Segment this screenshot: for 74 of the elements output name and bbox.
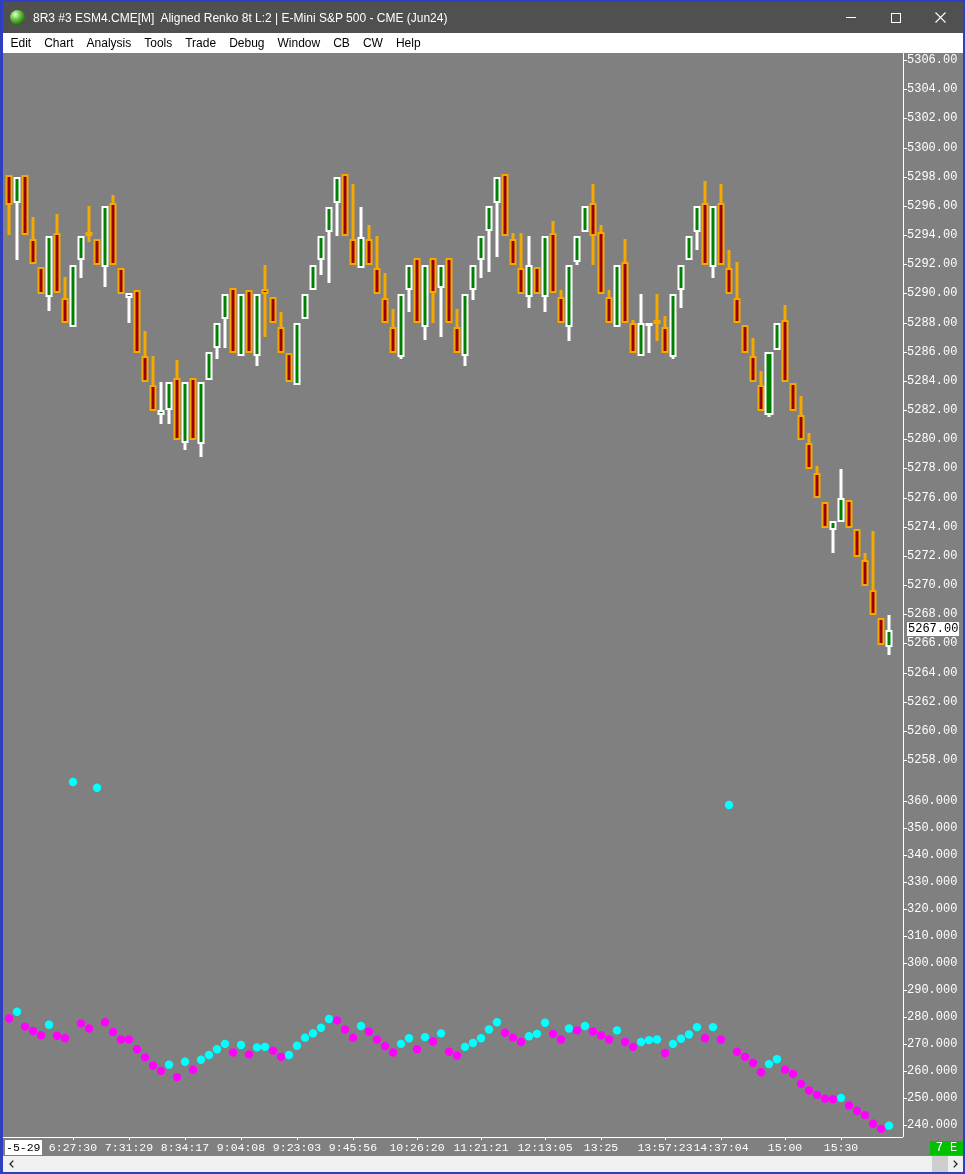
price-label: 5296.00: [907, 198, 958, 213]
time-label: 8:34:17: [160, 1140, 210, 1155]
price-label: 5280.00: [907, 432, 958, 447]
indicator-value-label: 330.000: [907, 875, 958, 890]
price-label: 5290.00: [907, 286, 958, 301]
time-label: 9:45:56: [328, 1140, 378, 1155]
menu-item[interactable]: Trade: [178, 33, 223, 53]
price-label: 5292.00: [907, 257, 958, 272]
time-label: 12:13:05: [517, 1140, 573, 1155]
time-label: 6:27:30: [48, 1140, 98, 1155]
time-label: 9:23:03: [272, 1140, 322, 1155]
minimize-icon: [845, 17, 856, 18]
menu-item[interactable]: Tools: [137, 33, 179, 53]
time-label: 13:57:23: [637, 1140, 693, 1155]
time-label: 11:21:21: [453, 1140, 509, 1155]
indicator-value-label: 250.000: [907, 1091, 958, 1106]
indicator-value-label: 320.000: [907, 902, 958, 917]
price-label: 5284.00: [907, 373, 958, 388]
price-label: 5260.00: [907, 723, 958, 738]
time-label: 13:25: [583, 1140, 619, 1155]
time-label: 15:00: [767, 1140, 803, 1155]
window-title: 8R3 #3 ESM4.CME[M] Aligned Renko 8t L:2 | E-Mini S&P 500 - CME (Jun24): [33, 9, 448, 27]
time-label: 9:04:08: [216, 1140, 266, 1155]
menu-item[interactable]: CB: [326, 33, 357, 53]
price-label: 5294.00: [907, 228, 958, 242]
indicator-value-label: 240.000: [907, 1118, 958, 1133]
menu-item[interactable]: Chart: [37, 33, 81, 53]
price-label: 5272.00: [907, 548, 958, 563]
price-label: 5300.00: [907, 140, 958, 155]
chevron-left-icon: [9, 1160, 14, 1168]
price-label: 5266.00: [907, 636, 958, 651]
menu-item[interactable]: Edit: [4, 33, 38, 53]
close-icon: [935, 12, 946, 23]
price-label: 5258.00: [907, 753, 958, 768]
indicator-value-label: 280.000: [907, 1010, 958, 1025]
menu-item[interactable]: Window: [271, 33, 327, 53]
indicator-value-label: 300.000: [907, 956, 958, 971]
time-label: 15:30: [823, 1140, 859, 1155]
price-label: 5264.00: [907, 665, 958, 680]
price-label: 5298.00: [907, 169, 958, 184]
price-label: 5288.00: [907, 315, 958, 330]
price-label: 5304.00: [907, 82, 958, 97]
price-label: 5302.00: [907, 111, 958, 126]
indicator-value-label: 340.000: [907, 848, 958, 863]
indicator-value-label: 270.000: [907, 1037, 958, 1052]
indicator-value-label: 260.000: [907, 1064, 958, 1079]
indicator-value-label: 350.000: [907, 821, 958, 836]
chevron-right-icon: [953, 1160, 958, 1168]
time-label: 10:26:20: [389, 1140, 445, 1155]
scrollbar-thumb[interactable]: [932, 1156, 948, 1172]
time-label: 7:31:29: [104, 1140, 154, 1155]
status-badge: 7 E: [930, 1141, 963, 1155]
price-label: 5278.00: [907, 461, 958, 476]
sphere-icon: [10, 10, 25, 25]
time-label: 14:37:04: [693, 1140, 749, 1155]
horizontal-scrollbar[interactable]: [3, 1156, 963, 1172]
indicator-value-label: 310.000: [907, 929, 958, 944]
date-label: -5-29: [5, 1140, 42, 1155]
menu-item[interactable]: CW: [356, 33, 390, 53]
price-label: 5306.00: [907, 53, 958, 67]
price-label: 5262.00: [907, 694, 958, 709]
indicator-value-label: 360.000: [907, 794, 958, 809]
price-label: 5270.00: [907, 578, 958, 593]
menu-item[interactable]: Debug: [222, 33, 271, 53]
price-label: 5276.00: [907, 490, 958, 505]
maximize-icon: [890, 12, 901, 23]
price-label: 5282.00: [907, 403, 958, 418]
last-price-label: 5267.00: [907, 622, 960, 636]
price-label: 5286.00: [907, 344, 958, 359]
menu-item[interactable]: Analysis: [80, 33, 138, 53]
menu-item[interactable]: Help: [389, 33, 428, 53]
price-label: 5274.00: [907, 519, 958, 534]
price-label: 5268.00: [907, 607, 958, 622]
indicator-value-label: 290.000: [907, 983, 958, 998]
